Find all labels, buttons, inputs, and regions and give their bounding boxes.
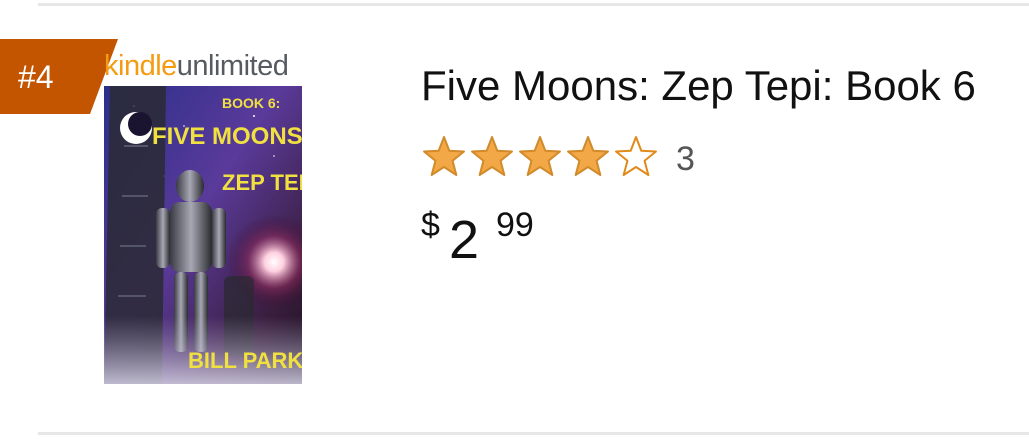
logo-kindle-text: kindle	[104, 50, 177, 82]
star-filled-icon	[423, 136, 465, 176]
price-whole: 2	[449, 210, 480, 270]
cover-title-line2: ZEP TEPI	[222, 170, 302, 195]
book-cover-image[interactable]: BOOK 6: FIVE MOONS ZEP TEPI BILL PARKER	[104, 86, 302, 384]
star-filled-icon	[471, 136, 513, 176]
star-empty-icon	[615, 136, 657, 176]
price-fraction: 99	[496, 206, 534, 244]
cover-series-text: BOOK 6:	[222, 95, 280, 111]
cover-title-line1: FIVE MOONS	[152, 123, 302, 150]
top-divider	[38, 3, 1029, 6]
star-rating[interactable]	[421, 135, 663, 181]
logo-unlimited-text: unlimited	[176, 50, 289, 82]
kindle-unlimited-logo: kindleunlimited	[104, 49, 289, 83]
book-title-link[interactable]: Five Moons: Zep Tepi: Book 6	[421, 60, 976, 112]
star-filled-icon	[567, 136, 609, 176]
star-filled-icon	[519, 136, 561, 176]
rank-label: #4	[18, 59, 54, 95]
price-currency: $	[421, 206, 440, 244]
rating-count-link[interactable]: 3	[676, 139, 695, 179]
bottom-divider	[38, 432, 1029, 435]
cover-author-text: BILL PARKER	[188, 348, 302, 373]
